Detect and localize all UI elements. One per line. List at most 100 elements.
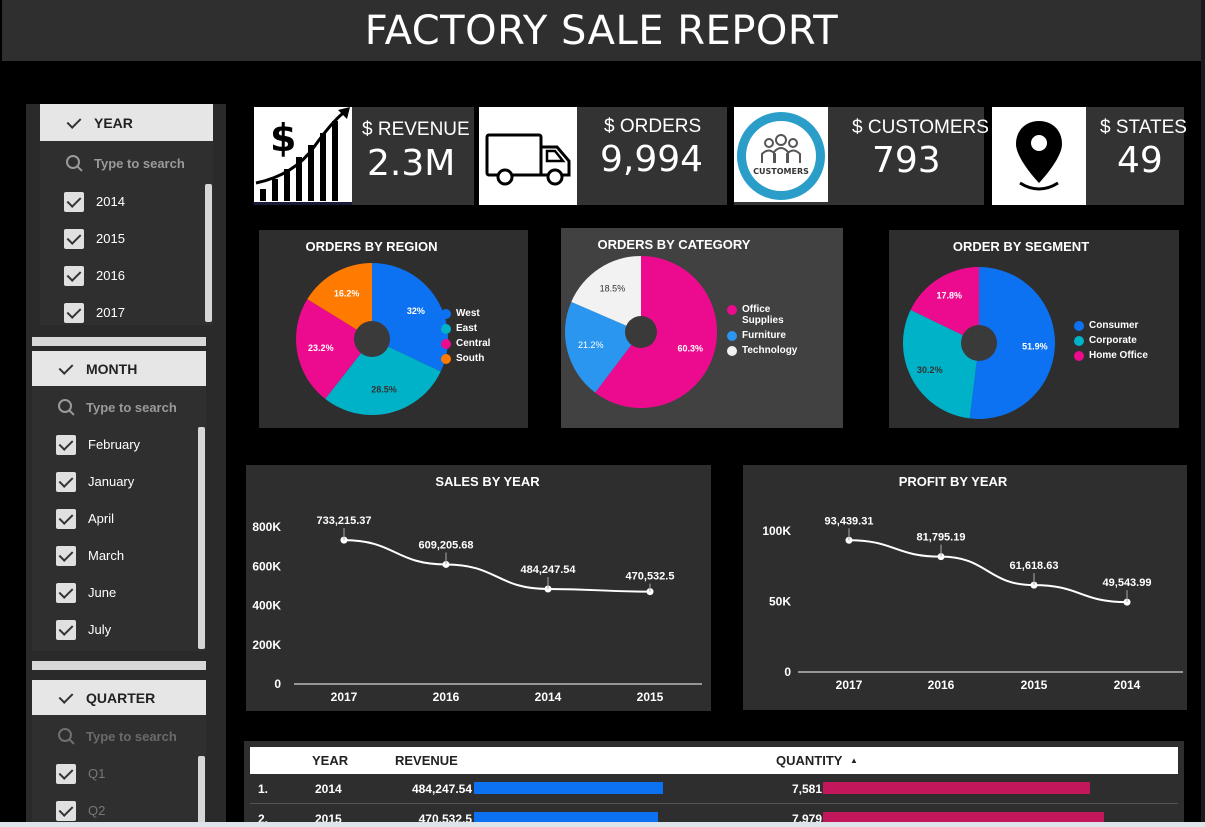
month-option[interactable]: April xyxy=(32,500,140,537)
revenue-value: 2.3M xyxy=(367,143,456,184)
page-bottom-edge xyxy=(0,822,1205,827)
month-option-label: July xyxy=(88,622,112,637)
sales-line-plot: 0 200K 400K 600K 800K 733,215.37 2017 609,205.6… xyxy=(252,515,702,704)
year-option[interactable]: 2016 xyxy=(40,257,125,294)
month-option[interactable]: June xyxy=(32,574,140,611)
pie-data-label: 30.2% xyxy=(917,365,943,375)
x-tick-label: 2014 xyxy=(1114,678,1141,692)
legend-item: Corporate xyxy=(1074,335,1148,346)
kpi-orders: $ ORDERS 9,994 xyxy=(479,107,727,205)
data-label: 470,532.5 xyxy=(626,571,675,583)
year-search-input[interactable]: Type to search xyxy=(40,144,213,182)
legend-swatch xyxy=(1074,336,1084,346)
year-revenue-table: YEAR REVENUE QUANTITY ▲ 1. 2014 484,247.… xyxy=(244,741,1184,827)
year-option-list: 2014 2015 2016 2017 xyxy=(40,183,125,331)
quarter-option[interactable]: Q1 xyxy=(32,755,105,792)
year-scrollbar[interactable] xyxy=(205,184,212,322)
month-search-placeholder: Type to search xyxy=(86,399,177,415)
data-label: 81,795.19 xyxy=(917,532,966,544)
search-icon xyxy=(66,155,82,171)
profit-line-plot: 0 50K 100K 93,439.31 2017 81,795.19 2016 61,618… xyxy=(762,515,1183,692)
location-pin-icon xyxy=(992,107,1086,205)
legend-swatch xyxy=(727,331,737,341)
checkbox-checked-icon[interactable] xyxy=(56,471,76,492)
year-option-label: 2017 xyxy=(96,305,125,320)
month-option[interactable]: March xyxy=(32,537,140,574)
month-option[interactable]: July xyxy=(32,611,140,648)
legend-swatch xyxy=(441,324,451,334)
filter-sidebar: YEAR Type to search 2014 2015 2016 2017 … xyxy=(26,104,226,826)
quarter-option-list: Q1 Q2 xyxy=(32,755,105,827)
checkbox-checked-icon[interactable] xyxy=(56,582,76,603)
checkbox-checked-icon[interactable] xyxy=(56,619,76,640)
y-tick-label: 100K xyxy=(762,524,791,538)
month-option-list: February January April March June July xyxy=(32,426,140,648)
data-label: 733,215.37 xyxy=(316,515,371,527)
month-filter-header[interactable]: MONTH xyxy=(32,351,206,386)
y-tick-label: 0 xyxy=(274,677,281,691)
month-search-input[interactable]: Type to search xyxy=(32,388,206,426)
year-option[interactable]: 2017 xyxy=(40,294,125,331)
month-option-label: June xyxy=(88,585,117,600)
donut-hole xyxy=(625,316,657,348)
month-scrollbar[interactable] xyxy=(198,427,205,649)
checkbox-checked-icon[interactable] xyxy=(56,545,76,566)
sort-ascending-icon[interactable]: ▲ xyxy=(850,756,858,765)
checkbox-checked-icon[interactable] xyxy=(64,228,84,249)
month-option-label: February xyxy=(88,437,141,452)
row-index: 1. xyxy=(258,782,269,796)
checkbox-checked-icon[interactable] xyxy=(56,800,76,821)
checkbox-checked-icon[interactable] xyxy=(56,508,76,529)
month-option[interactable]: February xyxy=(32,426,140,463)
kpi-customers: CUSTOMERS $ CUSTOMERS 793 xyxy=(734,107,989,205)
checkbox-checked-icon[interactable] xyxy=(64,191,84,212)
checkbox-checked-icon[interactable] xyxy=(64,265,84,286)
legend-label: Home Office xyxy=(1089,350,1148,361)
quarter-filter-header[interactable]: QUARTER xyxy=(32,680,206,715)
year-option[interactable]: 2015 xyxy=(40,220,125,257)
truck-icon xyxy=(479,107,577,205)
month-filter-label: MONTH xyxy=(86,360,138,377)
checkbox-checked-icon[interactable] xyxy=(56,434,76,455)
orders-by-region-chart: ORDERS BY REGION 32% 28.5% 23.2% 16.2% West… xyxy=(259,230,528,428)
checkmark-icon[interactable] xyxy=(56,688,76,708)
checkbox-checked-icon[interactable] xyxy=(56,763,76,784)
legend-item: East xyxy=(441,323,490,334)
customers-icon-text: CUSTOMERS xyxy=(753,167,809,176)
cell-revenue: 484,247.54 xyxy=(411,782,472,796)
quarter-scrollbar[interactable] xyxy=(198,756,205,826)
legend-swatch xyxy=(1074,321,1084,331)
checkbox-checked-icon[interactable] xyxy=(64,302,84,323)
y-tick-label: 50K xyxy=(769,595,791,609)
search-icon xyxy=(58,399,74,415)
table-row[interactable]: 1. 2014 484,247.54 7,581 xyxy=(250,774,1178,804)
checkmark-icon[interactable] xyxy=(56,359,76,379)
legend-label: Office Supplies xyxy=(742,304,784,326)
revenue-bar xyxy=(474,782,663,794)
year-option[interactable]: 2014 xyxy=(40,183,125,220)
checkmark-icon[interactable] xyxy=(64,113,84,133)
column-header-revenue[interactable]: REVENUE xyxy=(395,753,458,768)
column-header-quantity[interactable]: QUANTITY xyxy=(776,753,842,768)
quantity-bar xyxy=(823,782,1090,794)
month-option-label: March xyxy=(88,548,125,563)
series-line xyxy=(343,539,651,593)
legend-item: South xyxy=(441,353,490,364)
x-tick-label: 2015 xyxy=(1021,678,1048,692)
month-option[interactable]: January xyxy=(32,463,140,500)
legend-swatch xyxy=(441,354,451,364)
legend-label: Corporate xyxy=(1089,335,1137,346)
legend-swatch xyxy=(727,346,737,356)
legend-swatch xyxy=(441,309,451,319)
pie-data-label: 32% xyxy=(407,306,425,316)
year-filter-label: YEAR xyxy=(94,114,133,131)
legend-item: Office Supplies xyxy=(727,304,807,326)
year-filter-header[interactable]: YEAR xyxy=(40,104,213,141)
legend-label: Furniture xyxy=(742,330,786,341)
quarter-search-input[interactable]: Type to search xyxy=(32,717,206,755)
legend-label: Central xyxy=(456,338,491,349)
x-tick-label: 2015 xyxy=(637,690,664,704)
column-header-year[interactable]: YEAR xyxy=(312,753,348,768)
customers-icon: CUSTOMERS xyxy=(734,107,828,205)
customers-label: $ CUSTOMERS xyxy=(852,117,989,138)
